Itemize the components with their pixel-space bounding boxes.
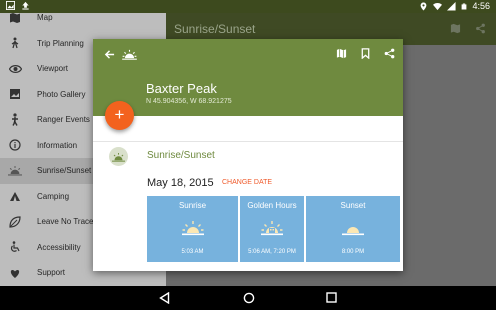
drawer-item-label: Viewport xyxy=(37,64,68,74)
section-divider xyxy=(93,141,403,142)
card-title: Golden Hours xyxy=(247,201,297,210)
sunrise-icon xyxy=(181,221,204,236)
info-icon xyxy=(8,138,22,152)
dialog-header: Baxter Peak N 45.904356, W 68.921275 xyxy=(93,39,403,116)
background-app-bar-title: Sunrise/Sunset xyxy=(174,22,256,36)
system-nav-bar xyxy=(0,286,496,310)
drawer-item-label: Camping xyxy=(37,191,70,201)
sunset-icon xyxy=(342,227,364,236)
ranger-icon xyxy=(8,113,22,127)
location-title: Baxter Peak xyxy=(146,81,217,96)
sunrise-card: Sunrise 5:03 AM xyxy=(147,196,238,262)
image-notification-icon xyxy=(6,1,15,10)
eye-icon xyxy=(8,62,22,76)
location-coordinates: N 45.904356, W 68.921275 xyxy=(146,98,232,105)
drawer-item-label: Ranger Events xyxy=(37,115,90,125)
sun-times-cards: Sunrise 5:03 AM Golden Hours 5:06 AM, 7:… xyxy=(147,196,400,262)
change-date-button[interactable]: CHANGE DATE xyxy=(222,179,272,186)
drawer-item-label: Information xyxy=(37,140,78,150)
drawer-item-label: Map xyxy=(37,13,53,23)
bookmark-icon[interactable] xyxy=(360,48,371,59)
back-triangle-icon[interactable] xyxy=(159,292,170,304)
sunrise-icon xyxy=(122,49,137,60)
drawer-item-label: Leave No Trace xyxy=(37,217,94,227)
map-icon xyxy=(450,23,461,34)
card-time: 8:00 PM xyxy=(341,249,365,255)
support-icon xyxy=(8,266,22,280)
golden-hours-card: Golden Hours 5:06 AM, 7:20 PM xyxy=(240,196,304,262)
location-icon xyxy=(421,1,427,11)
drawer-item-label: Sunrise/Sunset xyxy=(37,166,92,176)
drawer-item-label: Photo Gallery xyxy=(37,89,86,99)
card-time: 5:06 AM, 7:20 PM xyxy=(248,249,296,255)
wheelchair-icon xyxy=(8,240,22,254)
add-fab-button[interactable]: + xyxy=(105,101,134,130)
leaf-icon xyxy=(8,215,22,229)
golden-hours-icon xyxy=(261,221,283,236)
drawer-item-map[interactable]: Map xyxy=(0,13,166,31)
share-icon xyxy=(476,23,485,34)
sunrise-section-icon xyxy=(109,147,128,166)
tent-icon xyxy=(8,189,22,203)
map-icon xyxy=(8,13,22,25)
status-bar: 4:56 xyxy=(0,0,496,13)
drawer-item-label: Trip Planning xyxy=(37,38,84,48)
battery-icon xyxy=(462,3,467,9)
drawer-item-label: Support xyxy=(37,268,66,278)
home-circle-icon[interactable] xyxy=(243,292,255,304)
signal-icon xyxy=(447,1,457,11)
map-icon[interactable] xyxy=(336,48,347,59)
photo-icon xyxy=(8,87,22,101)
status-time: 4:56 xyxy=(472,1,490,11)
upload-notification-icon xyxy=(22,1,29,10)
card-title: Sunset xyxy=(340,201,366,210)
sunrise-sunset-dialog: Baxter Peak N 45.904356, W 68.921275 + S… xyxy=(93,39,403,271)
card-time: 5:03 AM xyxy=(181,249,204,255)
drawer-item-label: Accessibility xyxy=(37,242,81,252)
share-icon[interactable] xyxy=(384,48,395,59)
selected-date: May 18, 2015 xyxy=(147,177,214,189)
wifi-icon xyxy=(433,2,443,10)
recents-square-icon[interactable] xyxy=(326,292,337,303)
sunrise-icon xyxy=(8,164,22,178)
card-title: Sunrise xyxy=(178,201,207,210)
back-arrow-icon[interactable] xyxy=(104,49,115,60)
sunset-card: Sunset 8:00 PM xyxy=(306,196,400,262)
section-title: Sunrise/Sunset xyxy=(147,150,215,161)
person-walk-icon xyxy=(8,36,22,50)
